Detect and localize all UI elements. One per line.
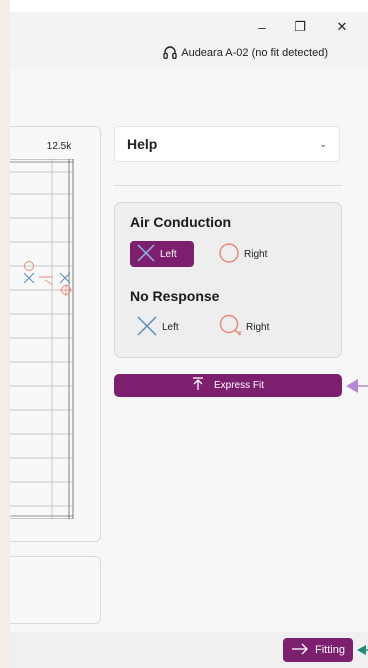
secondary-card [10,556,101,624]
express-fit-button[interactable]: Express Fit [114,374,342,397]
circle-icon [218,242,240,267]
headphones-icon [163,46,177,59]
fitting-button[interactable]: Fitting [283,638,353,662]
arrow-up-icon [192,377,204,394]
no-response-heading: No Response [130,288,220,304]
fitting-label: Fitting [315,644,345,656]
minimize-button[interactable]: – [242,12,282,42]
help-title: Help [127,136,158,152]
air-conduction-left-toggle[interactable]: Left [130,241,194,267]
audiogram-plot[interactable] [10,159,100,519]
audiogram-card: 12.5k [10,126,101,542]
divider [114,185,342,186]
cross-icon [136,243,156,266]
arrow-right-icon [291,643,309,658]
express-fit-pointer-icon [346,379,368,393]
chevron-down-icon: ⌄ [319,138,327,149]
background-strip [0,0,10,668]
no-response-right-toggle[interactable]: Right [218,314,269,340]
device-status[interactable]: Audeara A-02 (no fit detected) [163,46,328,59]
circle-arrow-icon [218,314,242,341]
right-label: Right [244,248,268,260]
fitting-pointer-icon [357,645,368,655]
help-dropdown[interactable]: Help ⌄ [114,126,340,162]
close-button[interactable]: ✕ [322,12,362,42]
legend-card: Air Conduction Left Right No Response Le… [114,202,342,358]
cross-arrow-icon [136,315,158,340]
left-label: Left [160,248,177,260]
device-label: Audeara A-02 (no fit detected) [181,46,328,59]
title-bar: – ❐ ✕ [10,12,368,42]
maximize-button[interactable]: ❐ [280,12,320,42]
app-window: – ❐ ✕ Audeara A-02 (no fit detected) 12.… [10,0,368,668]
no-response-left-toggle[interactable]: Left [136,314,179,340]
air-conduction-heading: Air Conduction [130,214,232,230]
express-fit-label: Express Fit [213,380,264,391]
left-label: Left [162,321,179,333]
right-label: Right [246,321,270,333]
air-conduction-right-toggle[interactable]: Right [218,241,267,267]
header-bar: Audeara A-02 (no fit detected) [10,42,368,68]
frequency-tick-label: 12.5k [46,141,72,152]
